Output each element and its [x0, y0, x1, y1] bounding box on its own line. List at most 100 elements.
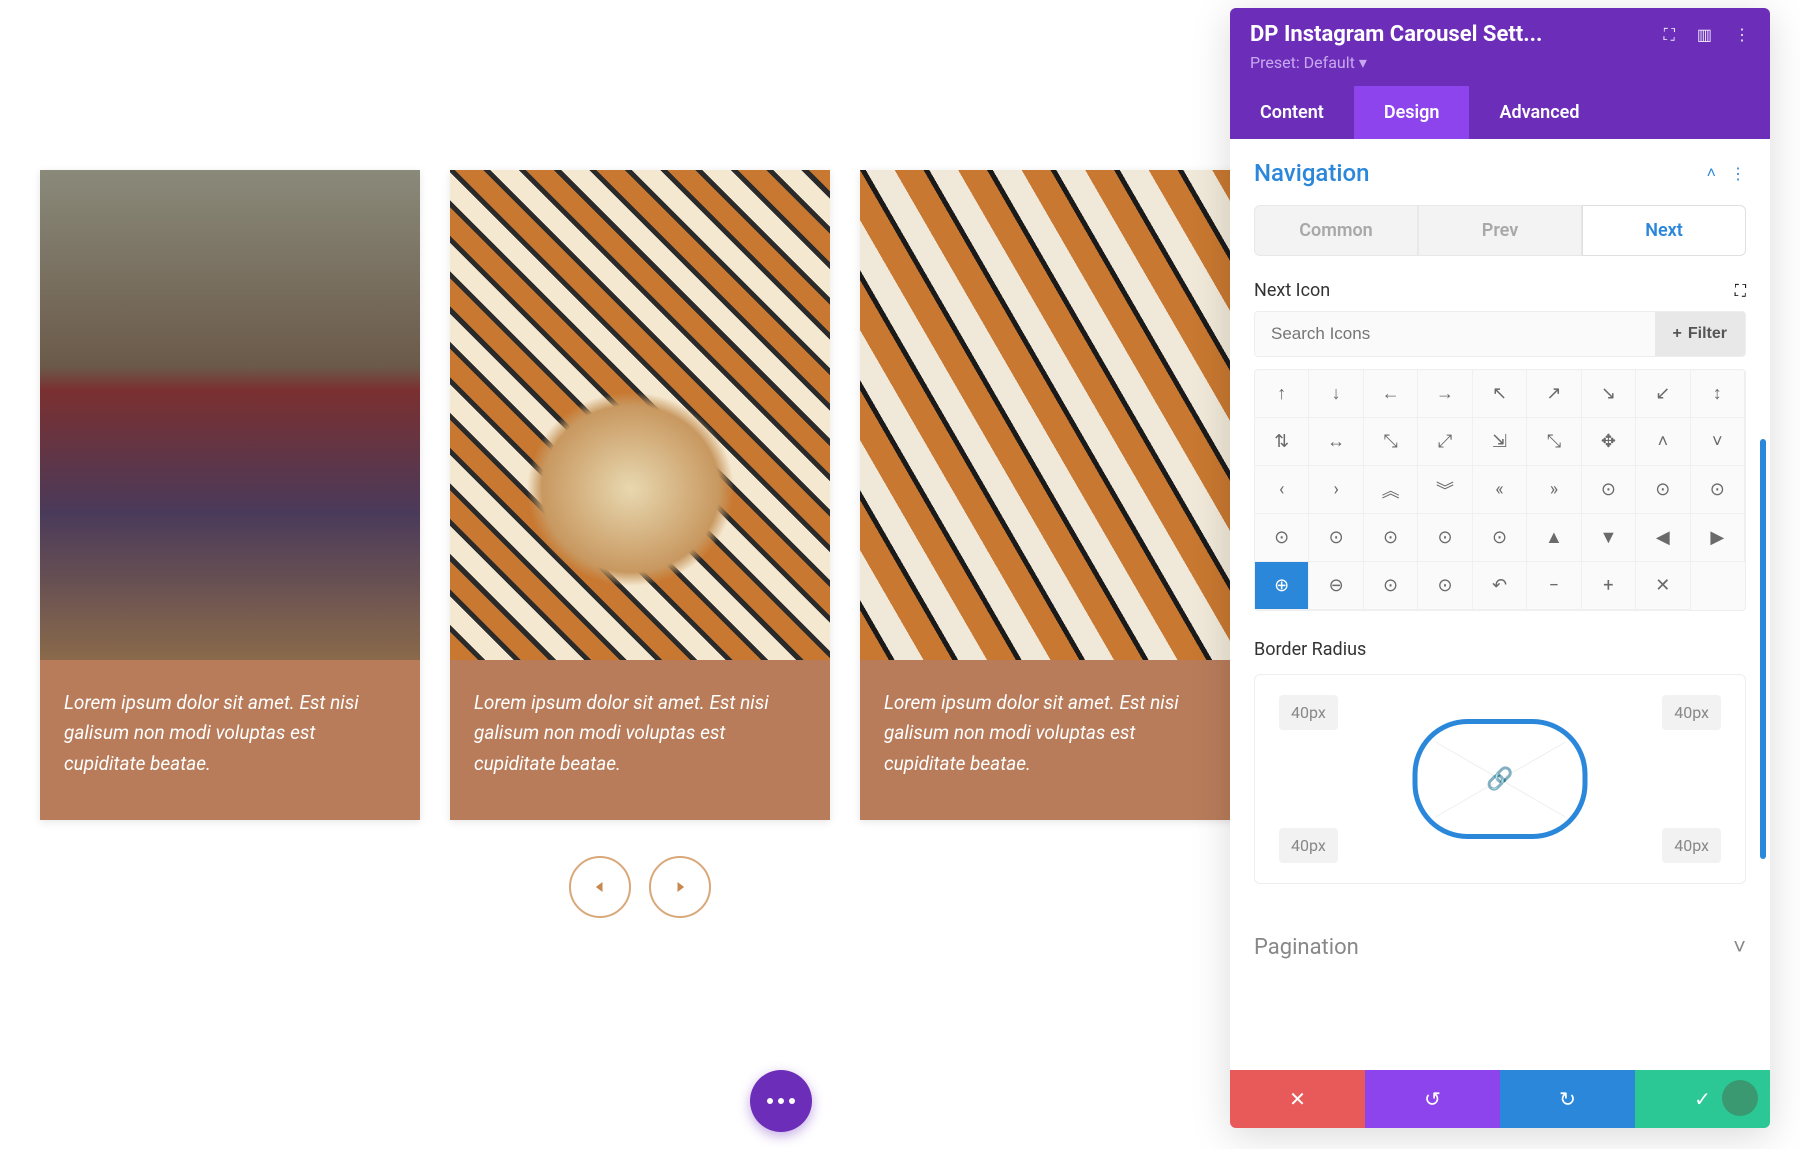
tab-design[interactable]: Design: [1354, 86, 1470, 139]
carousel-cards: Lorem ipsum dolor sit amet. Est nisi gal…: [40, 170, 1240, 820]
carousel-prev-button[interactable]: [569, 856, 631, 918]
icon-option[interactable]: ⊙: [1473, 514, 1527, 562]
plus-icon: +: [1673, 325, 1682, 343]
chevron-up-icon[interactable]: ˄: [1707, 163, 1716, 183]
tab-advanced[interactable]: Advanced: [1469, 86, 1609, 139]
triangle-right-icon: [670, 877, 690, 897]
icon-option[interactable]: −: [1527, 562, 1581, 610]
icon-option[interactable]: ▲: [1527, 514, 1581, 562]
subtab-prev[interactable]: Prev: [1418, 205, 1582, 256]
card-image: [40, 170, 420, 660]
icon-option[interactable]: ⊙: [1309, 514, 1363, 562]
icon-option[interactable]: ▶: [1691, 514, 1745, 562]
icon-option[interactable]: ⊙: [1582, 466, 1636, 514]
icon-option[interactable]: ⊙: [1418, 514, 1472, 562]
icon-option[interactable]: ↖: [1473, 370, 1527, 418]
icon-option[interactable]: ⊕: [1255, 562, 1309, 610]
icon-option[interactable]: ˄: [1636, 418, 1690, 466]
icon-option[interactable]: ↗: [1527, 370, 1581, 418]
icon-option[interactable]: ←: [1364, 370, 1418, 418]
triangle-left-icon: [590, 877, 610, 897]
icon-option[interactable]: ⤢: [1418, 418, 1472, 466]
icon-option[interactable]: ‹: [1255, 466, 1309, 514]
icon-option[interactable]: «: [1473, 466, 1527, 514]
dots-icon: [767, 1098, 795, 1104]
scrollbar[interactable]: [1760, 439, 1766, 859]
icon-option[interactable]: ▼: [1582, 514, 1636, 562]
subtab-next[interactable]: Next: [1582, 205, 1746, 256]
icon-option[interactable]: ⊙: [1418, 562, 1472, 610]
icon-option[interactable]: ︾: [1418, 466, 1472, 514]
section-navigation-title[interactable]: Navigation: [1254, 159, 1369, 187]
icon-option[interactable]: ↕: [1691, 370, 1745, 418]
filter-button[interactable]: + Filter: [1655, 312, 1745, 356]
icon-option[interactable]: ◀: [1636, 514, 1690, 562]
expand-icon[interactable]: ⛶: [1664, 25, 1675, 45]
icon-option[interactable]: ⊙: [1636, 466, 1690, 514]
icon-option[interactable]: ⤡: [1364, 418, 1418, 466]
icon-option[interactable]: ⇅: [1255, 418, 1309, 466]
section-pagination-title[interactable]: Pagination: [1254, 935, 1359, 960]
border-radius-label: Border Radius: [1254, 639, 1746, 660]
icon-option[interactable]: ˅: [1691, 418, 1745, 466]
radius-bottom-right[interactable]: 40px: [1662, 828, 1721, 863]
card-caption: Lorem ipsum dolor sit amet. Est nisi gal…: [450, 660, 830, 820]
radius-bottom-left[interactable]: 40px: [1279, 828, 1338, 863]
carousel-card: Lorem ipsum dolor sit amet. Est nisi gal…: [860, 170, 1240, 820]
check-icon: ✓: [1694, 1087, 1711, 1112]
carousel-card: Lorem ipsum dolor sit amet. Est nisi gal…: [450, 170, 830, 820]
icon-option[interactable]: ↶: [1473, 562, 1527, 610]
next-icon-label: Next Icon: [1254, 280, 1330, 301]
link-icon[interactable]: 🔗: [1486, 767, 1513, 792]
icon-option[interactable]: +: [1582, 562, 1636, 610]
chevron-down-icon[interactable]: ˅: [1733, 934, 1746, 960]
icon-option[interactable]: ↙: [1636, 370, 1690, 418]
icon-option[interactable]: ⊙: [1364, 562, 1418, 610]
close-icon: ✕: [1289, 1087, 1306, 1112]
carousel-card: Lorem ipsum dolor sit amet. Est nisi gal…: [40, 170, 420, 820]
settings-panel: DP Instagram Carousel Sett... ⛶ ▥ ⋮ Pres…: [1230, 8, 1770, 1128]
icon-option[interactable]: ︽: [1364, 466, 1418, 514]
carousel-next-button[interactable]: [649, 856, 711, 918]
redo-icon: ↻: [1559, 1087, 1576, 1112]
preset-dropdown[interactable]: Preset: Default ▾: [1250, 53, 1750, 72]
icon-option[interactable]: ›: [1309, 466, 1363, 514]
icon-option[interactable]: ↔: [1309, 418, 1363, 466]
radius-top-left[interactable]: 40px: [1279, 695, 1338, 730]
tab-content[interactable]: Content: [1230, 86, 1354, 139]
icon-option[interactable]: ✕: [1636, 562, 1690, 610]
fullscreen-icon[interactable]: ⛶: [1735, 281, 1746, 301]
refresh-icon[interactable]: ▥: [1697, 25, 1712, 44]
undo-icon: ↺: [1424, 1087, 1441, 1112]
icon-option[interactable]: »: [1527, 466, 1581, 514]
icon-option[interactable]: ↓: [1309, 370, 1363, 418]
search-icons-input[interactable]: [1255, 312, 1655, 356]
undo-button[interactable]: ↺: [1365, 1070, 1500, 1128]
chat-bubble-icon[interactable]: [1722, 1080, 1758, 1116]
icon-option[interactable]: ⊖: [1309, 562, 1363, 610]
subtab-common[interactable]: Common: [1254, 205, 1418, 256]
border-radius-control: 40px 40px 40px 40px 🔗: [1254, 674, 1746, 884]
icon-option[interactable]: ↘: [1582, 370, 1636, 418]
card-caption: Lorem ipsum dolor sit amet. Est nisi gal…: [40, 660, 420, 820]
panel-title: DP Instagram Carousel Sett...: [1250, 22, 1542, 47]
icon-option[interactable]: ⊙: [1691, 466, 1745, 514]
card-caption: Lorem ipsum dolor sit amet. Est nisi gal…: [860, 660, 1240, 820]
icon-option[interactable]: →: [1418, 370, 1472, 418]
icon-option[interactable]: ⤡: [1527, 418, 1581, 466]
kebab-icon[interactable]: ⋮: [1730, 164, 1746, 183]
radius-top-right[interactable]: 40px: [1662, 695, 1721, 730]
panel-tabs: Content Design Advanced: [1230, 86, 1770, 139]
icon-option[interactable]: ✥: [1582, 418, 1636, 466]
floating-action-button[interactable]: [750, 1070, 812, 1132]
icon-option[interactable]: ⇲: [1473, 418, 1527, 466]
icon-option[interactable]: ↑: [1255, 370, 1309, 418]
icon-option[interactable]: ⊙: [1255, 514, 1309, 562]
card-image: [450, 170, 830, 660]
icon-option[interactable]: ⊙: [1364, 514, 1418, 562]
close-button[interactable]: ✕: [1230, 1070, 1365, 1128]
redo-button[interactable]: ↻: [1500, 1070, 1635, 1128]
filter-label: Filter: [1688, 325, 1727, 343]
kebab-icon[interactable]: ⋮: [1734, 25, 1750, 44]
radius-preview-shape: 🔗: [1413, 719, 1588, 839]
